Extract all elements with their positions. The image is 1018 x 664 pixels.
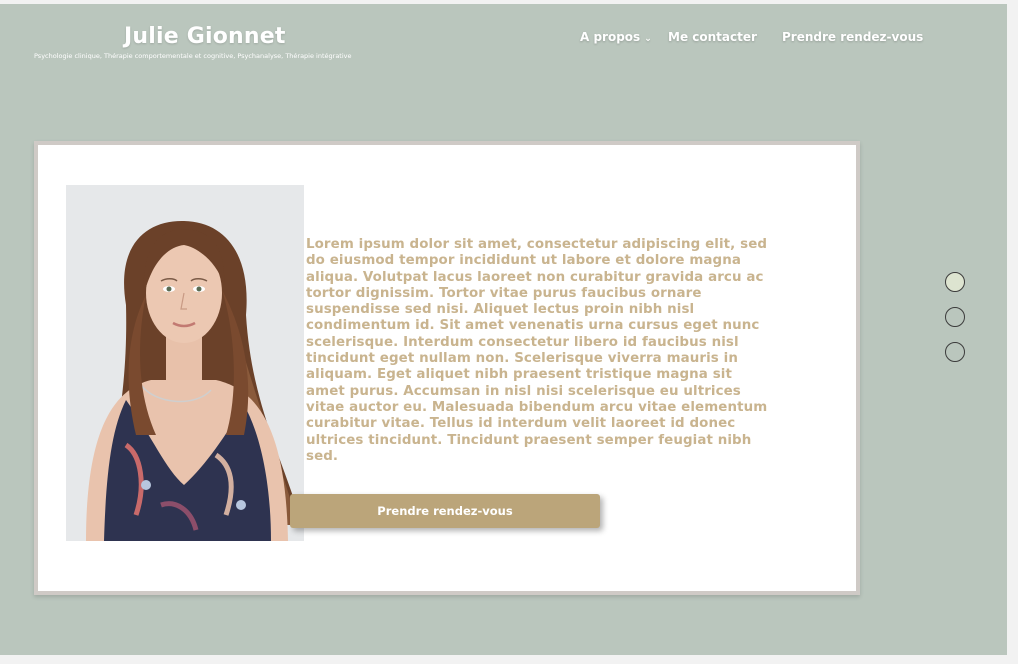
- book-appointment-button[interactable]: Prendre rendez-vous: [290, 494, 600, 528]
- slider-dot[interactable]: [945, 272, 965, 292]
- slider-dot[interactable]: [945, 307, 965, 327]
- site-tagline: Psychologie clinique, Thérapie comportem…: [34, 52, 352, 60]
- chevron-down-icon: ⌄: [644, 34, 652, 44]
- nav-item-label: A propos: [580, 30, 641, 44]
- nav-item-a-propos[interactable]: A propos ⌄: [580, 30, 652, 44]
- nav-item-label: Me contacter: [668, 30, 757, 44]
- nav-item-label: Prendre rendez-vous: [782, 30, 924, 44]
- nav-item-rendez-vous[interactable]: Prendre rendez-vous: [782, 30, 923, 44]
- main-nav: A propos ⌄ Me contacter Prendre rendez-vo…: [0, 30, 1007, 50]
- page-background: Julie Gionnet Psychologie clinique, Thér…: [0, 4, 1007, 655]
- nav-item-contact[interactable]: Me contacter: [668, 30, 757, 44]
- portrait-photo: [66, 185, 304, 541]
- slider-dots: [945, 272, 969, 377]
- slider-dot[interactable]: [945, 342, 965, 362]
- hero-body-text: Lorem ipsum dolor sit amet, consectetur …: [306, 237, 768, 464]
- hero-card: Lorem ipsum dolor sit amet, consectetur …: [34, 141, 860, 595]
